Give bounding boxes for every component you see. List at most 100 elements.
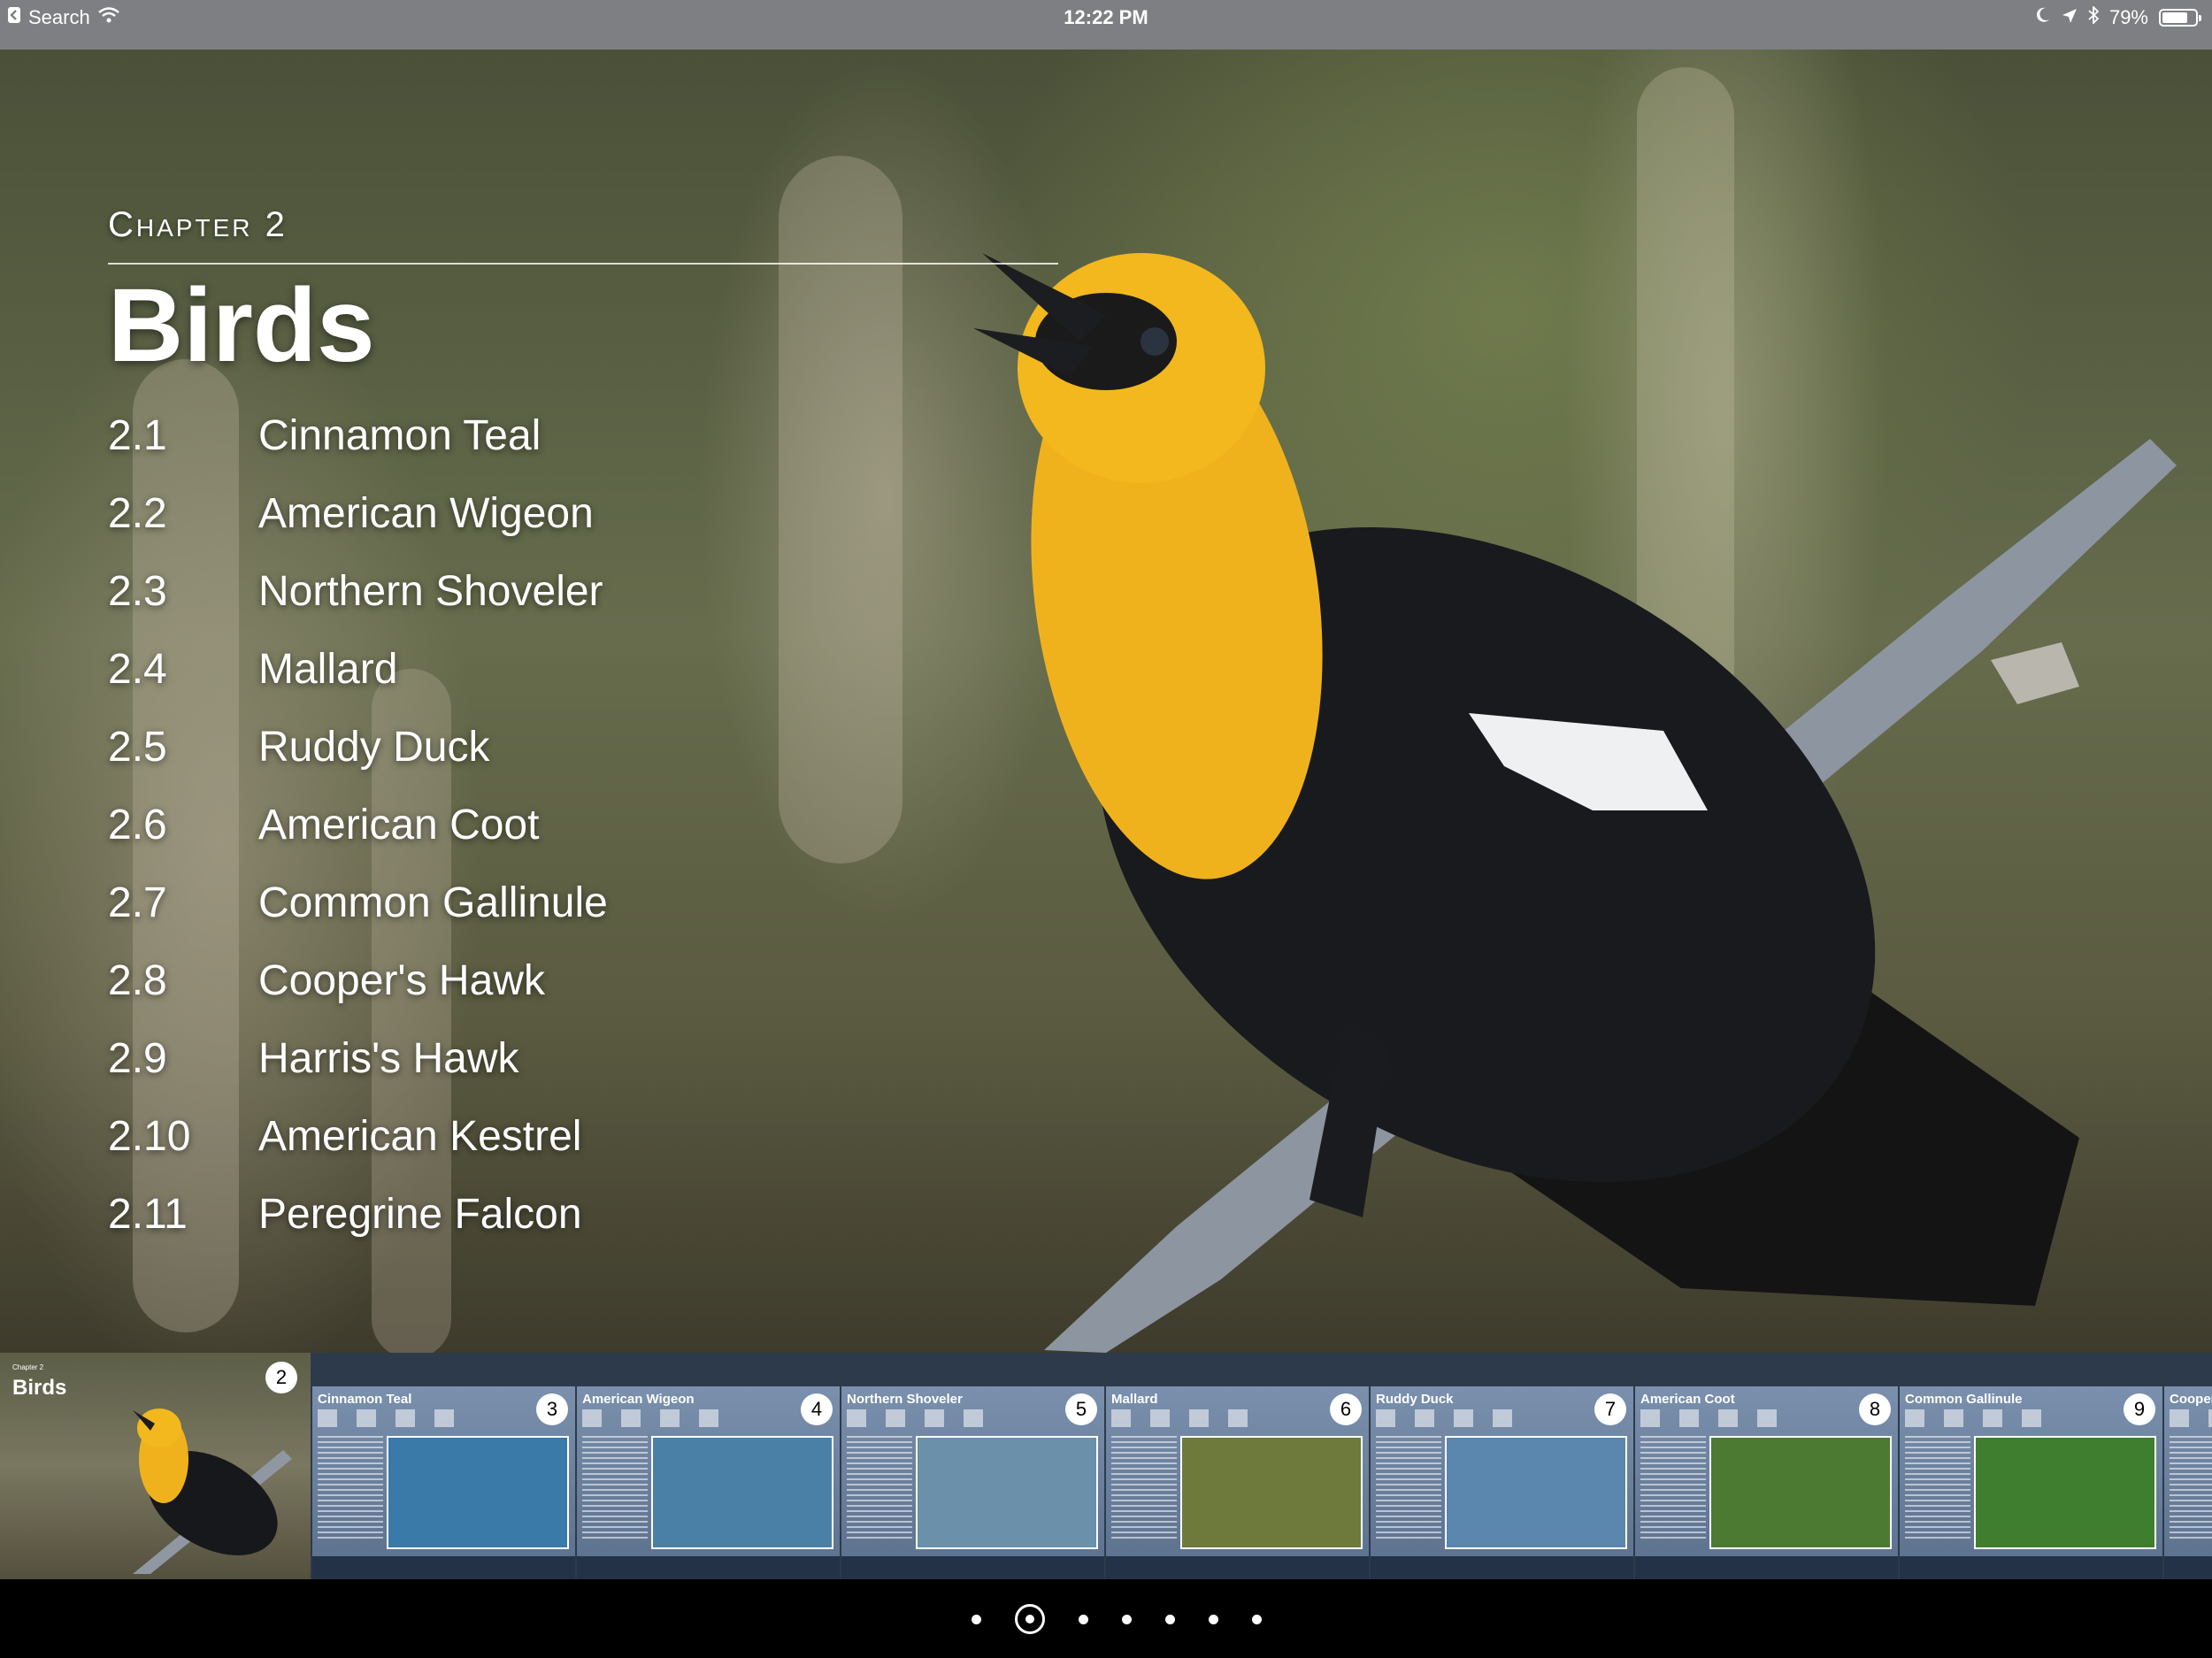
section-name: Mallard <box>258 645 398 693</box>
section-name: Ruddy Duck <box>258 723 490 771</box>
page-dot[interactable] <box>1252 1614 1262 1624</box>
thumbnail-icon-row <box>2170 1409 2212 1427</box>
thumbnail-photo <box>916 1436 1098 1549</box>
page-number-badge: 7 <box>1594 1393 1626 1425</box>
thumbnail-text-block <box>1905 1436 1970 1542</box>
section-number: 2.10 <box>108 1112 191 1160</box>
section-number: 2.2 <box>108 489 167 537</box>
thumbnail-icon-row <box>1376 1409 1512 1427</box>
thumbnail-photo <box>1709 1436 1892 1549</box>
page-thumbnail-strip[interactable]: Chapter 2 Birds 2 Cinnamon Teal 3 American… <box>0 1353 2212 1579</box>
section-item[interactable]: 2.4 Mallard <box>108 630 608 708</box>
chapter-divider <box>108 263 1058 265</box>
thumbnail-footer <box>577 1556 840 1579</box>
thumbnail-text-block <box>2170 1436 2212 1542</box>
thumbnail-title: Mallard <box>1111 1392 1158 1407</box>
page-dot[interactable] <box>1079 1614 1088 1624</box>
section-item[interactable]: 2.3 Northern Shoveler <box>108 552 608 630</box>
section-item[interactable]: 2.6 American Coot <box>108 786 608 864</box>
section-number: 2.11 <box>108 1190 188 1238</box>
thumbnail-footer <box>841 1556 1104 1579</box>
thumbnail-page[interactable]: Mallard 6 <box>1106 1386 1369 1579</box>
thumbnail-icon-row <box>1640 1409 1777 1427</box>
section-item[interactable]: 2.10 American Kestrel <box>108 1097 608 1175</box>
page-number-badge: 2 <box>265 1362 297 1393</box>
page-indicator[interactable] <box>0 1593 2212 1646</box>
thumbnail-text-block <box>582 1436 648 1542</box>
thumbnail-title: American Coot <box>1640 1392 1735 1407</box>
section-number: 2.6 <box>108 801 167 848</box>
page-dot[interactable] <box>1165 1614 1175 1624</box>
page-number-badge: 3 <box>536 1393 568 1425</box>
thumbnail-title: Cooper's <box>2170 1392 2212 1407</box>
thumbnail-page[interactable]: American Coot 8 <box>1635 1386 1898 1579</box>
thumbnail-footer <box>1635 1556 1898 1579</box>
thumbnail-page[interactable]: Northern Shoveler 5 <box>841 1386 1104 1579</box>
section-item[interactable]: 2.2 American Wigeon <box>108 474 608 552</box>
page-number-badge: 9 <box>2124 1393 2155 1425</box>
section-item[interactable]: 2.11 Peregrine Falcon <box>108 1175 608 1253</box>
thumbnail-page[interactable]: Cooper's <box>2164 1386 2212 1579</box>
bluetooth-icon <box>2088 4 2100 29</box>
thumbnail-title: Common Gallinule <box>1905 1392 2023 1407</box>
page-number-badge: 8 <box>1859 1393 1891 1425</box>
section-name: Cooper's Hawk <box>258 956 545 1004</box>
thumbnail-photo <box>1180 1436 1363 1549</box>
chapter-label: Chapter 2 <box>108 205 288 244</box>
page-dot-current[interactable] <box>1015 1604 1045 1634</box>
page-number-badge: 4 <box>801 1393 833 1425</box>
location-icon <box>2062 6 2078 29</box>
page-dot[interactable] <box>972 1614 981 1624</box>
section-name: Peregrine Falcon <box>258 1190 582 1238</box>
section-number: 2.8 <box>108 956 167 1004</box>
section-number: 2.1 <box>108 411 167 459</box>
thumbnail-icon-row <box>318 1409 454 1427</box>
section-list: 2.1 Cinnamon Teal 2.2 American Wigeon 2.3 N… <box>108 396 608 1253</box>
thumbnail-text-block <box>1640 1436 1706 1542</box>
thumbnail-icon-row <box>1905 1409 2041 1427</box>
chapter-title: Birds <box>108 267 375 384</box>
thumbnail-text-block <box>1111 1436 1177 1542</box>
section-item[interactable]: 2.1 Cinnamon Teal <box>108 396 608 474</box>
thumbnail-text-block <box>847 1436 912 1542</box>
section-number: 2.9 <box>108 1034 167 1082</box>
section-name: Cinnamon Teal <box>258 411 541 459</box>
section-name: American Wigeon <box>258 489 594 537</box>
moon-icon <box>2035 6 2051 29</box>
battery-percent: 79% <box>2108 6 2148 28</box>
chapter-hero: Chapter 2 Birds 2.1 Cinnamon Teal 2.2 Amer… <box>0 50 2212 1353</box>
section-item[interactable]: 2.5 Ruddy Duck <box>108 708 608 786</box>
section-item[interactable]: 2.8 Cooper's Hawk <box>108 941 608 1019</box>
thumbnail-footer <box>1900 1556 2162 1579</box>
thumbnail-photo <box>651 1436 833 1549</box>
thumbnail-footer <box>312 1556 575 1579</box>
thumbnail-text-block <box>1376 1436 1441 1542</box>
battery-icon <box>2159 9 2201 27</box>
thumbnail-title: Birds <box>12 1376 67 1400</box>
thumbnail-bird-image <box>133 1409 292 1574</box>
thumbnail-icon-row <box>847 1409 983 1427</box>
thumbnail-icon-row <box>1111 1409 1248 1427</box>
page-number-badge: 6 <box>1330 1393 1362 1425</box>
page-dot[interactable] <box>1122 1614 1132 1624</box>
section-name: Common Gallinule <box>258 879 608 926</box>
thumbnail-title: American Wigeon <box>582 1392 695 1407</box>
thumbnail-page[interactable]: Common Gallinule 9 <box>1900 1386 2162 1579</box>
thumbnail-page[interactable]: Cinnamon Teal 3 <box>312 1386 575 1579</box>
page-dot[interactable] <box>1209 1614 1218 1624</box>
thumbnail-title: Cinnamon Teal <box>318 1392 412 1407</box>
section-name: American Coot <box>258 801 540 848</box>
thumbnail-photo <box>1974 1436 2156 1549</box>
thumbnail-icon-row <box>582 1409 718 1427</box>
thumbnail-page[interactable]: American Wigeon 4 <box>577 1386 840 1579</box>
thumbnail-footer <box>2164 1556 2212 1579</box>
section-item[interactable]: 2.7 Common Gallinule <box>108 864 608 941</box>
thumbnail-photo <box>387 1436 569 1549</box>
thumbnail-current-page[interactable]: Chapter 2 Birds 2 <box>0 1353 311 1579</box>
section-item[interactable]: 2.9 Harris's Hawk <box>108 1019 608 1097</box>
status-time: 12:22 PM <box>1064 6 1148 28</box>
thumbnail-photo <box>1445 1436 1627 1549</box>
thumbnail-page[interactable]: Ruddy Duck 7 <box>1371 1386 1633 1579</box>
section-number: 2.4 <box>108 645 167 693</box>
thumbnail-title: Ruddy Duck <box>1376 1392 1454 1407</box>
